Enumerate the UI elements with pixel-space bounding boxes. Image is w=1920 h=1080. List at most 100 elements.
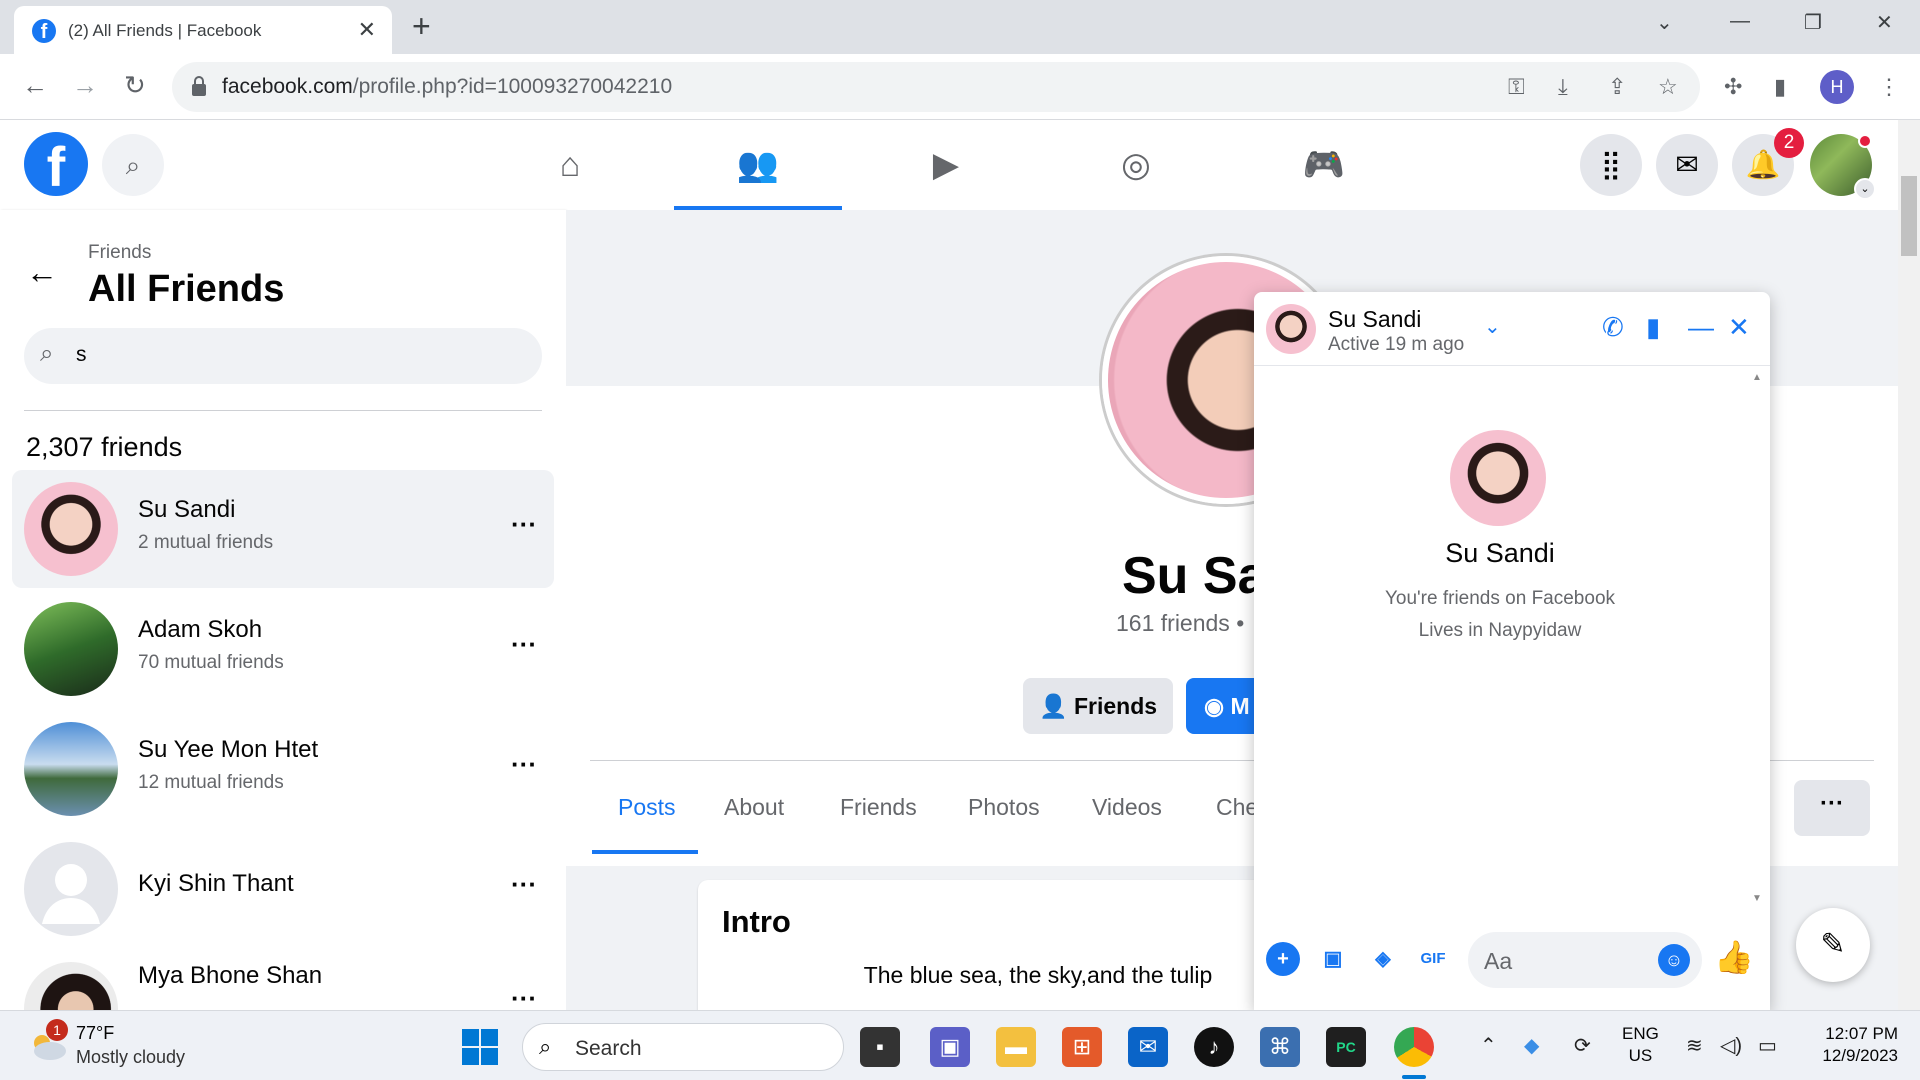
more-options-icon[interactable]: ··· xyxy=(502,980,546,1010)
browser-menu-icon[interactable]: ⋮ xyxy=(1878,74,1900,100)
system-clock[interactable]: 12:07 PM 12/9/2023 xyxy=(1800,1023,1898,1067)
chat-contact-name[interactable]: Su Sandi xyxy=(1328,306,1421,333)
mail-icon[interactable]: ✉ xyxy=(1128,1027,1168,1067)
profile-more-button[interactable]: ··· xyxy=(1794,780,1870,836)
scroll-down-icon[interactable]: ▼ xyxy=(1752,893,1762,904)
video-call-icon[interactable]: ▮ xyxy=(1646,312,1660,343)
restore-button[interactable]: ❐ xyxy=(1804,10,1822,35)
side-panel-icon[interactable]: ▮ xyxy=(1774,74,1786,100)
chat-scrollbar[interactable]: ▲ ▼ xyxy=(1748,368,1768,908)
chat-header[interactable]: Su Sandi Active 19 m ago ⌄ ✆ ▮ — ✕ xyxy=(1254,292,1770,366)
file-explorer-icon[interactable]: ▬ xyxy=(996,1027,1036,1067)
site-info-icon[interactable] xyxy=(190,75,208,97)
tab-search-icon[interactable]: ⌄ xyxy=(1656,10,1673,35)
tab-photos[interactable]: Photos xyxy=(968,794,1040,821)
forward-icon[interactable]: → xyxy=(72,70,98,101)
friend-list-item[interactable]: Su Yee Mon Htet 12 mutual friends ··· xyxy=(12,710,554,828)
back-icon[interactable]: ← xyxy=(22,70,48,101)
reload-icon[interactable]: ↻ xyxy=(124,70,146,101)
friend-list-item[interactable]: Adam Skoh 70 mutual friends ··· xyxy=(12,590,554,708)
close-window-button[interactable]: ✕ xyxy=(1876,10,1893,35)
plus-actions-icon[interactable]: + xyxy=(1266,942,1300,976)
friends-icon[interactable]: 👥 xyxy=(674,120,842,210)
attach-photo-icon[interactable]: ▣ xyxy=(1316,942,1350,976)
gif-icon[interactable]: GIF xyxy=(1416,942,1450,976)
scroll-up-icon[interactable]: ▲ xyxy=(1752,372,1762,383)
bookmark-star-icon[interactable]: ☆ xyxy=(1658,74,1678,100)
battery-icon[interactable]: ▭ xyxy=(1758,1033,1777,1058)
minimize-chat-icon[interactable]: — xyxy=(1688,312,1714,343)
more-options-icon[interactable]: ··· xyxy=(502,746,546,790)
minimize-button[interactable]: — xyxy=(1730,10,1750,33)
message-input[interactable]: Aa ☺ xyxy=(1468,932,1702,988)
friend-name: Kyi Shin Thant xyxy=(138,870,294,897)
chevron-down-icon[interactable]: ⌄ xyxy=(1854,178,1876,200)
weather-badge: 1 xyxy=(46,1019,68,1041)
browser-tab[interactable]: f (2) All Friends | Facebook ✕ xyxy=(14,6,392,54)
tab-videos[interactable]: Videos xyxy=(1092,794,1162,821)
breadcrumb[interactable]: Friends xyxy=(88,242,151,264)
search-icon[interactable]: ⌕ xyxy=(102,134,164,196)
chrome-icon[interactable] xyxy=(1394,1027,1434,1067)
tab-posts[interactable]: Posts xyxy=(618,794,676,821)
chat-profile-avatar[interactable] xyxy=(1450,430,1546,526)
chat-avatar[interactable] xyxy=(1266,304,1316,354)
password-key-icon[interactable]: ⚿ xyxy=(1508,74,1525,100)
pycharm-icon[interactable]: PC xyxy=(1326,1027,1366,1067)
tab-friends[interactable]: Friends xyxy=(840,794,917,821)
tab-check-ins[interactable]: Che xyxy=(1216,794,1258,821)
more-options-icon[interactable]: ··· xyxy=(502,866,546,910)
close-tab-icon[interactable]: ✕ xyxy=(358,17,376,43)
more-options-icon[interactable]: ··· xyxy=(502,506,546,550)
weather-description[interactable]: Mostly cloudy xyxy=(76,1047,185,1068)
friends-button[interactable]: 👤 Friends xyxy=(1023,678,1173,734)
tab-about[interactable]: About xyxy=(724,794,784,821)
profile-friends-count[interactable]: 161 friends • xyxy=(1116,610,1244,637)
windows-start-icon[interactable] xyxy=(462,1029,498,1065)
friend-list-item[interactable]: Su Sandi 2 mutual friends ··· xyxy=(12,470,554,588)
more-options-icon[interactable]: ··· xyxy=(502,626,546,670)
browser-profile-avatar[interactable]: H xyxy=(1820,70,1854,104)
microsoft-store-icon[interactable]: ⊞ xyxy=(1062,1027,1102,1067)
groups-icon[interactable]: ◎ xyxy=(1052,120,1220,210)
thumbs-up-icon[interactable]: 👍 xyxy=(1714,938,1754,976)
close-chat-icon[interactable]: ✕ xyxy=(1728,312,1750,343)
new-tab-button[interactable]: + xyxy=(412,8,431,45)
messenger-icon[interactable]: ✉ xyxy=(1656,134,1718,196)
wifi-icon[interactable]: ≋ xyxy=(1686,1033,1703,1058)
tiktok-icon[interactable]: ♪ xyxy=(1194,1027,1234,1067)
task-view-icon[interactable]: ▪ xyxy=(860,1027,900,1067)
friends-search-input[interactable]: ⌕ s xyxy=(24,328,542,384)
friend-list-item[interactable]: Mya Bhone Shan ··· xyxy=(12,950,554,1010)
scrollbar-thumb[interactable] xyxy=(1901,176,1917,256)
gaming-icon[interactable]: 🎮 xyxy=(1240,120,1408,210)
facebook-logo-icon[interactable]: f xyxy=(24,132,88,198)
lang-line-2: US xyxy=(1628,1046,1653,1065)
chevron-up-icon[interactable]: ⌃ xyxy=(1480,1033,1497,1058)
voice-call-icon[interactable]: ✆ xyxy=(1602,312,1624,343)
python-icon[interactable]: ⌘ xyxy=(1260,1027,1300,1067)
menu-grid-icon[interactable]: ⣿ xyxy=(1580,134,1642,196)
back-arrow-icon[interactable]: ← xyxy=(26,254,58,291)
chevron-down-icon[interactable]: ⌄ xyxy=(1484,314,1501,339)
input-language[interactable]: ENG US xyxy=(1622,1023,1659,1067)
sync-icon[interactable]: ⟳ xyxy=(1574,1033,1591,1058)
home-icon[interactable]: ⌂ xyxy=(486,120,654,210)
onedrive-icon[interactable]: ◆ xyxy=(1524,1033,1539,1058)
sticker-icon[interactable]: ◈ xyxy=(1366,942,1400,976)
taskbar-search[interactable]: ⌕ Search xyxy=(522,1023,844,1071)
share-icon[interactable]: ⇪ xyxy=(1608,74,1626,100)
new-message-compose-icon[interactable]: ✎ xyxy=(1796,908,1870,982)
emoji-icon[interactable]: ☺ xyxy=(1658,944,1690,976)
teams-chat-icon[interactable]: ▣ xyxy=(930,1027,970,1067)
weather-temperature[interactable]: 77°F xyxy=(76,1023,114,1044)
account-avatar[interactable]: ⌄ xyxy=(1810,134,1876,200)
url-bar[interactable]: facebook.com/profile.php?id=100093270042… xyxy=(172,62,1700,112)
clock-time: 12:07 PM xyxy=(1825,1024,1898,1043)
page-scrollbar[interactable] xyxy=(1898,120,1920,1010)
extensions-icon[interactable]: ✣ xyxy=(1724,74,1742,100)
friend-list-item[interactable]: Kyi Shin Thant ··· xyxy=(12,830,554,948)
watch-icon[interactable]: ▶ xyxy=(862,120,1030,210)
install-icon[interactable]: ⤓ xyxy=(1558,74,1568,100)
volume-icon[interactable]: ◁) xyxy=(1720,1033,1742,1058)
